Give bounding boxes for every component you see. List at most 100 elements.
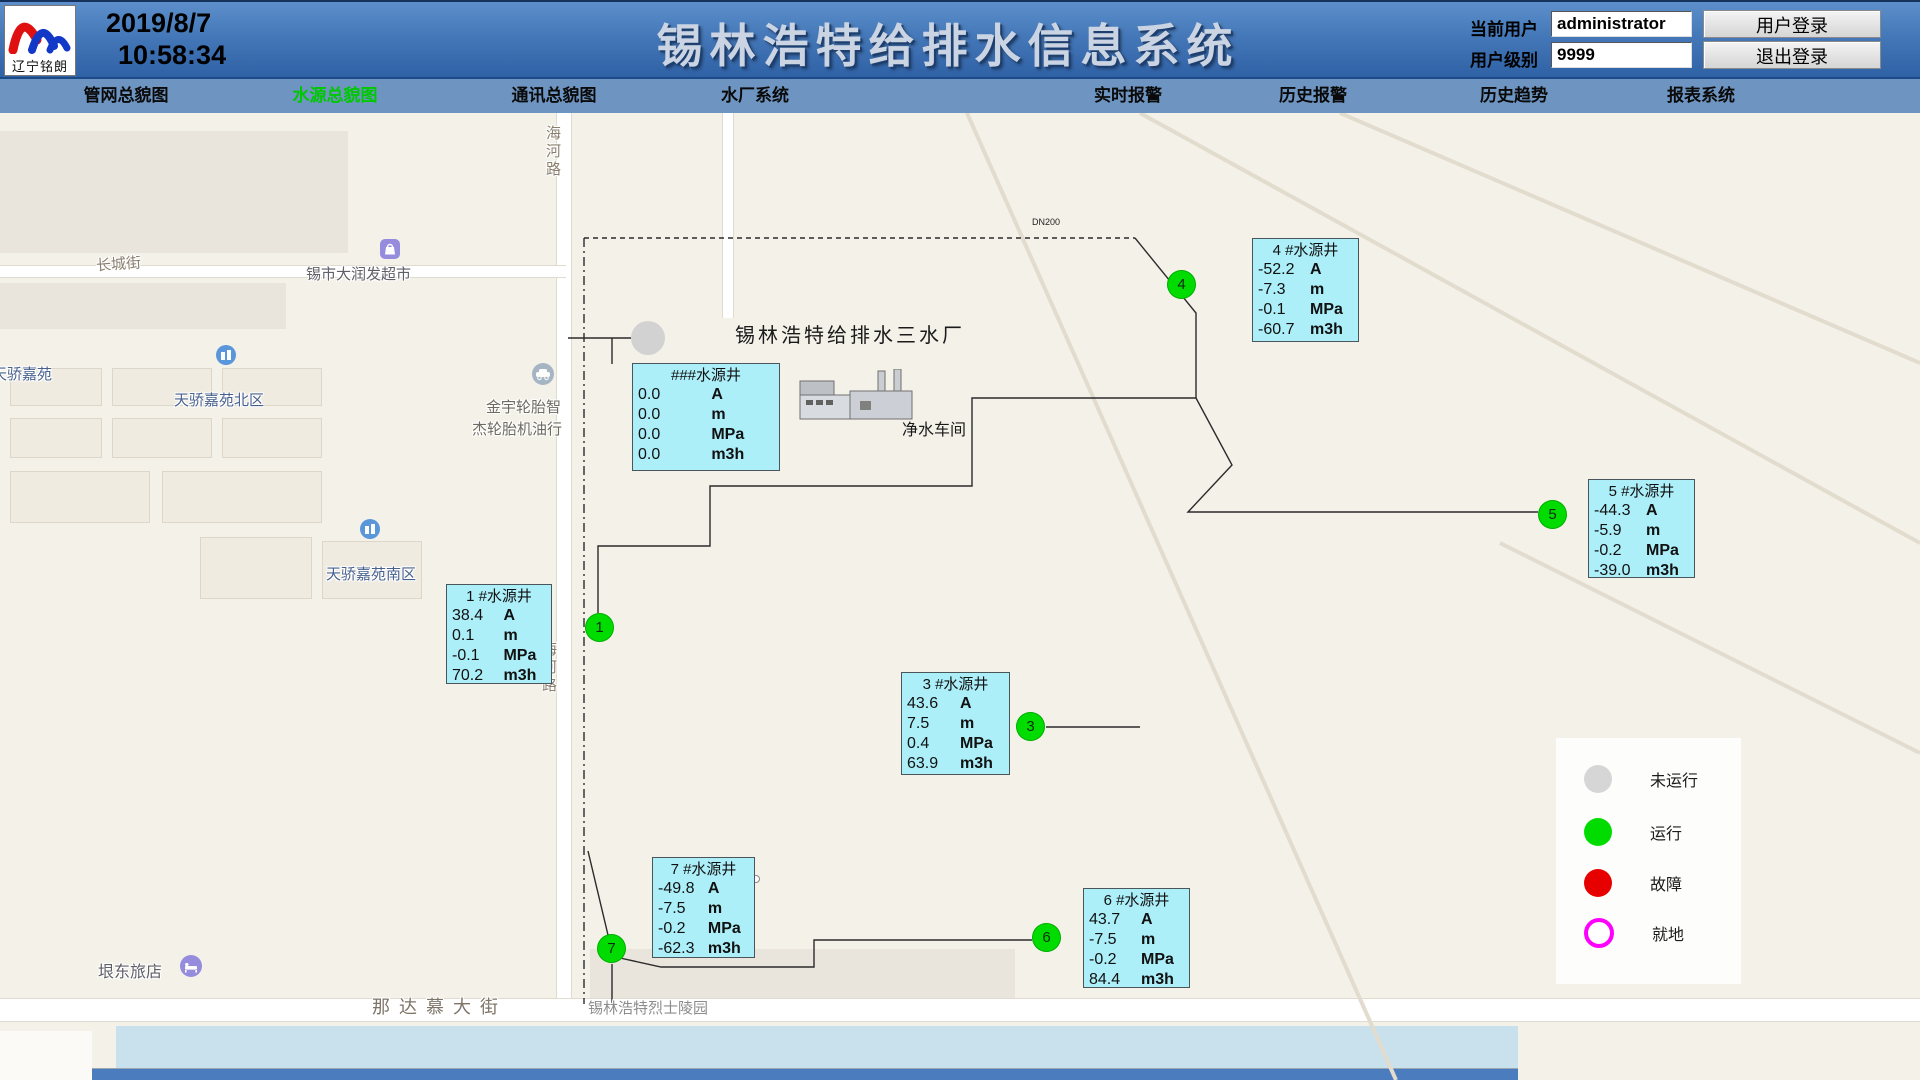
map-canvas[interactable]: 海河路 长城街 锡市大润发超市 天骄嘉苑 天骄嘉苑北区 金宇轮胎智 杰轮胎机油行… bbox=[0, 113, 1920, 1080]
well-data-box-5: 5 #水源井 -44.3A -5.9m -0.2MPa -39.0m3h bbox=[1588, 479, 1695, 578]
legend-fault-label: 故障 bbox=[1650, 871, 1682, 895]
road-label-changcheng: 长城街 bbox=[95, 251, 141, 275]
well-title: 1 #水源井 bbox=[452, 587, 551, 606]
user-level-input[interactable] bbox=[1551, 42, 1692, 68]
plant-title: 锡林浩特给排水三水厂 bbox=[735, 319, 965, 348]
well-pressure: -0.1 bbox=[1258, 300, 1310, 320]
unit-label: A bbox=[1646, 501, 1658, 521]
well-pressure: -0.2 bbox=[658, 919, 708, 939]
nav-realtime-alarm[interactable]: 实时报警 bbox=[1094, 79, 1162, 113]
well-marker-3[interactable]: 3 bbox=[1016, 712, 1045, 741]
road-label-nadamu: 那达慕大街 bbox=[372, 993, 507, 1019]
road-nadamu-street bbox=[0, 998, 1920, 1022]
well-data-box-unassigned: ###水源井 0.0A 0.0m 0.0MPa 0.0m3h bbox=[632, 363, 780, 471]
company-logo: 辽宁铭朗 bbox=[4, 5, 76, 76]
poi-label-tianjiao-north: 天骄嘉苑北区 bbox=[174, 389, 264, 410]
nav-report-system[interactable]: 报表系统 bbox=[1667, 79, 1735, 113]
unit-label: MPa bbox=[503, 646, 536, 666]
well-marker-1[interactable]: 1 bbox=[585, 613, 614, 642]
well-title: 7 #水源井 bbox=[658, 860, 754, 879]
map-blank-area bbox=[0, 1031, 92, 1080]
well-marker-7[interactable]: 7 bbox=[597, 934, 626, 963]
header-bar: 辽宁铭朗 2019/8/7 10:58:34 锡林浩特给排水信息系统 当前用户 … bbox=[0, 0, 1920, 77]
nav-pipe-network-overview[interactable]: 管网总貌图 bbox=[84, 79, 169, 113]
car-icon bbox=[532, 363, 554, 390]
well-current: 0.0 bbox=[638, 385, 711, 405]
road-minor bbox=[722, 113, 734, 318]
factory-icon bbox=[798, 369, 918, 426]
well-data-box-7: 7 #水源井 -49.8A -7.5m -0.2MPa -62.3m3h bbox=[652, 857, 755, 958]
well-title: 6 #水源井 bbox=[1089, 891, 1189, 910]
unit-label: m bbox=[711, 405, 725, 425]
well-level: 0.1 bbox=[452, 626, 503, 646]
unit-label: MPa bbox=[711, 425, 744, 445]
building-icon bbox=[360, 519, 380, 544]
nav-communication-overview[interactable]: 通讯总貌图 bbox=[512, 79, 597, 113]
well-marker-4[interactable]: 4 bbox=[1167, 270, 1196, 299]
well-marker-unassigned[interactable] bbox=[631, 321, 665, 355]
legend-local-icon bbox=[1584, 918, 1614, 948]
well-level: 7.5 bbox=[907, 714, 960, 734]
well-data-box-6: 6 #水源井 43.7A -7.5m -0.2MPa 84.4m3h bbox=[1083, 888, 1190, 988]
marker-number: 6 bbox=[1042, 929, 1050, 946]
unit-label: A bbox=[1310, 260, 1322, 280]
well-data-box-1: 1 #水源井 38.4A 0.1m -0.1MPa 70.2m3h bbox=[446, 584, 552, 684]
building-footprint bbox=[112, 418, 212, 458]
poi-label-tianjiao: 天骄嘉苑 bbox=[0, 363, 52, 384]
well-current: 43.6 bbox=[907, 694, 960, 714]
well-marker-5[interactable]: 5 bbox=[1538, 500, 1567, 529]
poi-label-supermarket: 锡市大润发超市 bbox=[306, 263, 411, 284]
well-level: -7.5 bbox=[1089, 930, 1141, 950]
nav-history-alarm[interactable]: 历史报警 bbox=[1279, 79, 1347, 113]
unit-label: m bbox=[503, 626, 517, 646]
well-level: -7.3 bbox=[1258, 280, 1310, 300]
well-flow: 63.9 bbox=[907, 754, 960, 774]
road-label-haihe-top: 海河路 bbox=[542, 125, 563, 179]
city-block bbox=[0, 131, 348, 253]
poi-label-tire-shop-1: 金宇轮胎智 bbox=[486, 396, 561, 417]
user-level-label: 用户级别 bbox=[1470, 46, 1538, 71]
unit-label: m bbox=[1141, 930, 1155, 950]
legend-running-icon bbox=[1584, 818, 1612, 846]
poi-label-martyrs-cemetery: 锡林浩特烈士陵园 bbox=[588, 997, 708, 1018]
unit-label: MPa bbox=[1141, 950, 1174, 970]
building-footprint bbox=[162, 471, 322, 523]
unit-label: A bbox=[503, 606, 515, 626]
unit-label: m3h bbox=[711, 445, 744, 465]
legend-running-label: 运行 bbox=[1650, 820, 1682, 844]
river-water-deep bbox=[92, 1068, 1518, 1080]
nav-history-trend[interactable]: 历史趋势 bbox=[1480, 79, 1548, 113]
building-footprint bbox=[10, 471, 150, 523]
current-user-input[interactable] bbox=[1551, 11, 1692, 37]
well-flow: -39.0 bbox=[1594, 561, 1646, 581]
current-time: 10:58:34 bbox=[118, 40, 226, 71]
well-current: 43.7 bbox=[1089, 910, 1141, 930]
well-marker-6[interactable]: 6 bbox=[1032, 923, 1061, 952]
user-login-button[interactable]: 用户登录 bbox=[1703, 10, 1881, 38]
building-footprint bbox=[200, 537, 312, 599]
logo-text: 辽宁铭朗 bbox=[5, 59, 75, 74]
well-title: 5 #水源井 bbox=[1594, 482, 1694, 501]
system-title: 锡林浩特给排水信息系统 bbox=[657, 10, 1240, 76]
well-flow: 84.4 bbox=[1089, 970, 1141, 990]
marker-number: 5 bbox=[1548, 506, 1556, 523]
well-data-box-3: 3 #水源井 43.6A 7.5m 0.4MPa 63.9m3h bbox=[901, 672, 1010, 775]
logout-button[interactable]: 退出登录 bbox=[1703, 41, 1881, 69]
well-pressure: -0.1 bbox=[452, 646, 503, 666]
marker-number: 7 bbox=[607, 940, 615, 957]
unit-label: m3h bbox=[1141, 970, 1174, 990]
well-data-box-4: 4 #水源井 -52.2A -7.3m -0.1MPa -60.7m3h bbox=[1252, 238, 1359, 342]
nav-water-plant-system[interactable]: 水厂系统 bbox=[721, 79, 789, 113]
unit-label: m bbox=[960, 714, 974, 734]
unit-label: m3h bbox=[503, 666, 536, 686]
well-flow: 0.0 bbox=[638, 445, 711, 465]
main-nav-bar: 管网总貌图 水源总貌图 通讯总貌图 水厂系统 实时报警 历史报警 历史趋势 报表… bbox=[0, 77, 1920, 113]
poi-label-tianjiao-south: 天骄嘉苑南区 bbox=[326, 563, 416, 584]
well-level: -5.9 bbox=[1594, 521, 1646, 541]
legend-not-running-icon bbox=[1584, 765, 1612, 793]
river-water bbox=[116, 1026, 1518, 1068]
well-title: ###水源井 bbox=[638, 366, 779, 385]
nav-water-source-overview[interactable]: 水源总貌图 bbox=[293, 79, 378, 113]
logo-swoosh-icon bbox=[7, 6, 73, 54]
legend-local-label: 就地 bbox=[1652, 921, 1684, 945]
